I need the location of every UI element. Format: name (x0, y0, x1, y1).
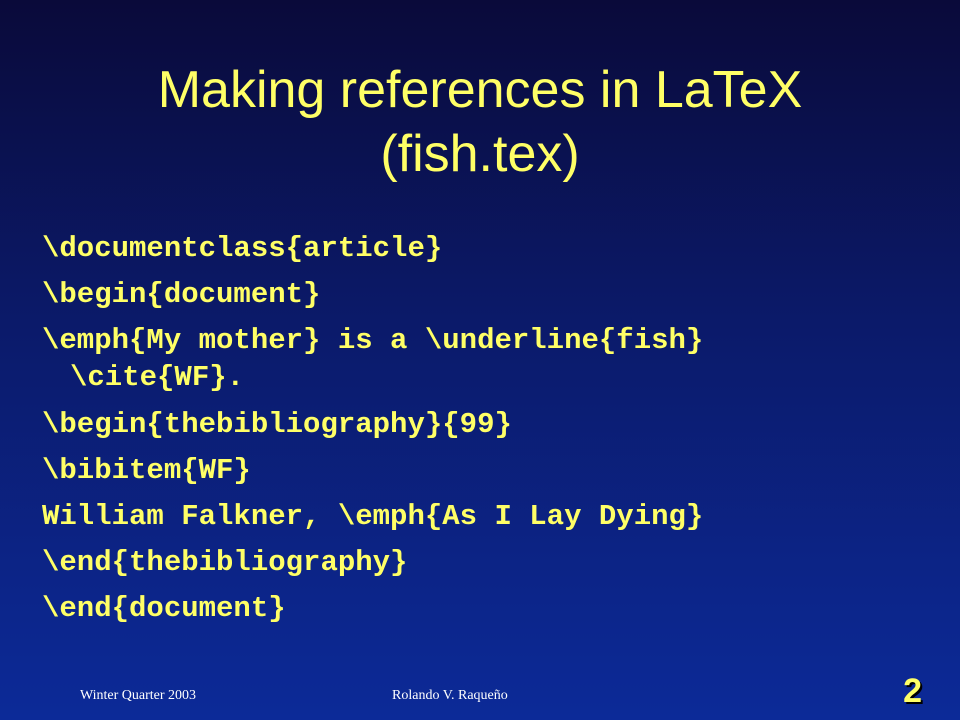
code-line: \begin{document} (42, 278, 321, 311)
code-line: \end{document} (42, 592, 286, 625)
slide-title: Making references in LaTeX (fish.tex) (40, 58, 920, 186)
code-line: \begin{thebibliography}{99} (42, 408, 512, 441)
code-line: \end{thebibliography} (42, 546, 408, 579)
code-line: \bibitem{WF} (42, 454, 251, 487)
footer-date: Winter Quarter 2003 (80, 688, 197, 703)
code-block: \documentclass{article} \begin{document}… (42, 226, 942, 632)
footer-author: Rolando V. Raqueño (392, 688, 508, 703)
code-line-continuation: \cite{WF}. (70, 361, 245, 394)
slide-title-line-2: (fish.tex) (380, 125, 580, 183)
page-number: 2 (903, 672, 922, 710)
slide-title-line-1: Making references in LaTeX (157, 61, 803, 119)
slide: Making references in LaTeX (fish.tex) \d… (0, 0, 960, 720)
code-line: \documentclass{article} (42, 232, 443, 265)
code-line: William Falkner, \emph{As I Lay Dying} (42, 500, 704, 533)
